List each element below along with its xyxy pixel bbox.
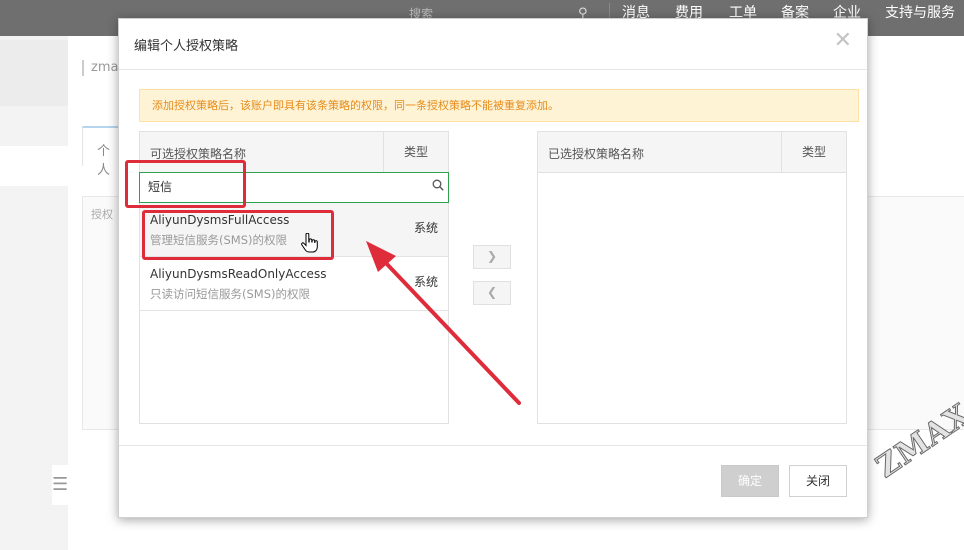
chevron-right-icon: ❯ xyxy=(486,249,498,263)
dialog-title: 编辑个人授权策略 xyxy=(134,39,239,54)
policy-type: 系统 xyxy=(413,275,438,289)
header-selected-policy-name: 已选授权策略名称 xyxy=(548,147,645,161)
policy-description: 管理短信服务(SMS)的权限 xyxy=(150,233,287,247)
policy-type: 系统 xyxy=(413,221,438,235)
available-policy-list: 可选授权策略名称 类型 AliyunDysmsFullAccess 管理短信服务… xyxy=(139,131,449,424)
header-policy-name: 可选授权策略名称 xyxy=(150,147,247,161)
divider xyxy=(119,69,867,70)
policy-search-field[interactable] xyxy=(139,172,449,203)
edit-policy-dialog: 编辑个人授权策略 ✕ 添加授权策略后，该账户即具有该条策略的权限，同一条授权策略… xyxy=(118,18,868,518)
list-item[interactable]: AliyunDysmsReadOnlyAccess 只读访问短信服务(SMS)的… xyxy=(140,257,448,311)
policy-name: AliyunDysmsFullAccess xyxy=(150,213,290,227)
selected-policy-list: 已选授权策略名称 类型 xyxy=(537,131,847,424)
policy-search-input[interactable] xyxy=(148,179,418,193)
policy-description: 只读访问短信服务(SMS)的权限 xyxy=(150,287,310,301)
close-icon[interactable]: ✕ xyxy=(834,29,852,53)
add-policy-button[interactable]: ❯ xyxy=(473,245,511,269)
header-type: 类型 xyxy=(781,132,846,172)
divider xyxy=(119,445,867,446)
chevron-left-icon: ❮ xyxy=(486,285,498,299)
hand-cursor-icon xyxy=(301,233,318,253)
notice-banner: 添加授权策略后，该账户即具有该条策略的权限，同一条授权策略不能被重复添加。 xyxy=(139,89,859,122)
remove-policy-button[interactable]: ❮ xyxy=(473,281,511,305)
header-type: 类型 xyxy=(383,132,448,172)
close-button[interactable]: 关闭 xyxy=(789,465,847,497)
confirm-button[interactable]: 确定 xyxy=(721,465,779,497)
list-item[interactable]: AliyunDysmsFullAccess 管理短信服务(SMS)的权限 系统 xyxy=(140,203,448,257)
policy-name: AliyunDysmsReadOnlyAccess xyxy=(150,267,327,281)
list-header: 可选授权策略名称 类型 xyxy=(140,132,448,173)
list-header: 已选授权策略名称 类型 xyxy=(538,132,846,173)
search-icon[interactable] xyxy=(432,179,444,191)
